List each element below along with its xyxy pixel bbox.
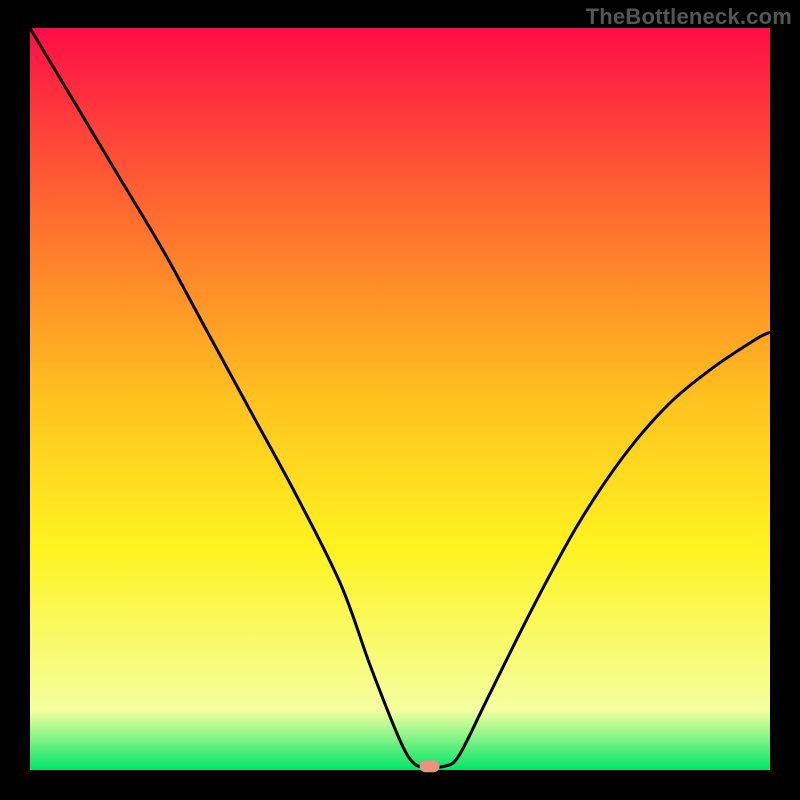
chart-frame: TheBottleneck.com: [0, 0, 800, 800]
plot-background: [30, 28, 770, 770]
bottleneck-chart: [0, 0, 800, 800]
optimal-point-marker: [420, 760, 440, 772]
watermark-text: TheBottleneck.com: [586, 4, 792, 30]
